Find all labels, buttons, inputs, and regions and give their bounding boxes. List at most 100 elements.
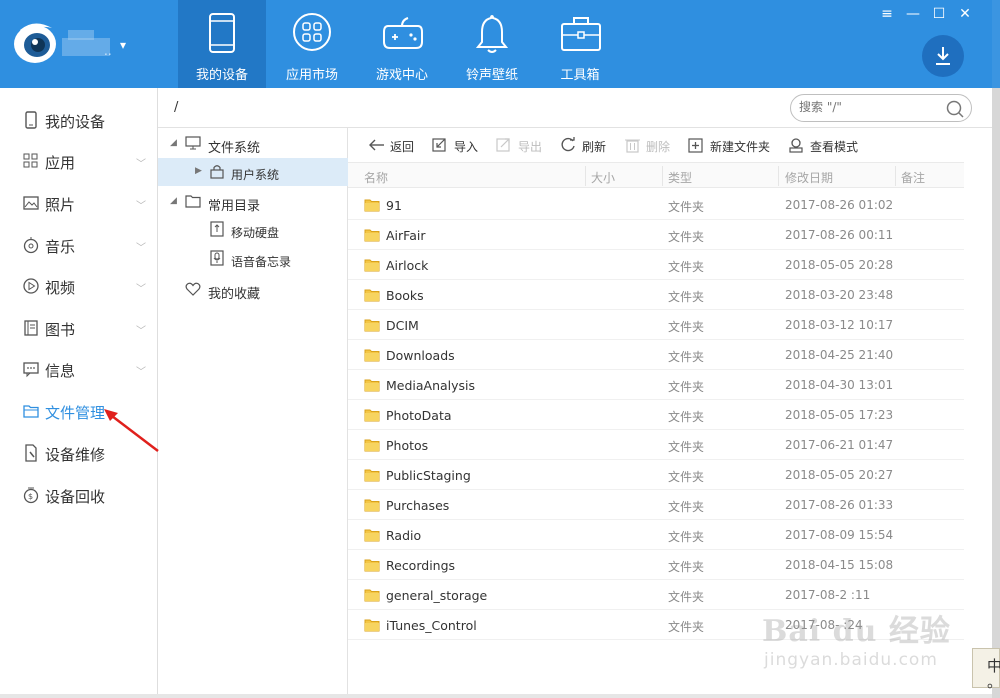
tree-item-label: 用户系统 <box>231 168 280 182</box>
annotation-arrow <box>104 409 159 452</box>
view-mode-label: 查看模式 <box>810 140 859 154</box>
column-header-type[interactable]: 类型 <box>668 169 692 186</box>
tree-item-user-system[interactable]: ▶ 用户系统 <box>158 158 348 186</box>
close-icon[interactable]: ✕ <box>952 6 978 22</box>
chevron-down-icon: ﹀ <box>136 201 146 212</box>
tab-game-center[interactable]: 游戏中心 <box>358 0 446 88</box>
sidebar-item-label: 我的设备 <box>45 113 106 131</box>
table-header: 名称 大小 类型 修改日期 备注 <box>348 162 964 188</box>
tree-item-favorites[interactable]: 我的收藏 <box>158 276 348 304</box>
watermark: Bai du 经验 jingyan.baidu.com <box>760 588 980 678</box>
column-header-modified[interactable]: 修改日期 <box>785 169 833 186</box>
sidebar-item-device-recycle[interactable]: $ 设备回收 <box>0 475 158 515</box>
column-divider[interactable] <box>662 166 663 186</box>
maximize-icon[interactable]: ☐ <box>926 6 952 22</box>
menu-icon[interactable]: ≡ <box>874 6 900 22</box>
message-icon <box>23 362 39 378</box>
sidebar-item-my-device[interactable]: 我的设备 <box>0 100 158 140</box>
search-box[interactable] <box>790 94 972 122</box>
trash-icon <box>625 139 640 153</box>
tab-toolbox[interactable]: 工具箱 <box>536 0 624 88</box>
expand-arrow-icon[interactable]: ◢ <box>170 138 177 148</box>
tree-item-label: 语音备忘录 <box>231 255 292 269</box>
sidebar-item-music[interactable]: 音乐 ﹀ <box>0 225 158 265</box>
import-button[interactable]: 导入 <box>432 136 492 156</box>
column-header-note[interactable]: 备注 <box>901 169 925 186</box>
tab-my-device[interactable]: 我的设备 <box>178 0 266 88</box>
table-row[interactable]: Radio 文件夹 2017-08-09 15:54 <box>348 520 964 550</box>
tab-ringtone-wallpaper[interactable]: 铃声壁纸 <box>448 0 536 88</box>
table-row[interactable]: DCIM 文件夹 2018-03-12 10:17 <box>348 310 964 340</box>
search-icon[interactable] <box>945 99 965 119</box>
new-folder-button[interactable]: 新建文件夹 <box>688 136 778 156</box>
column-divider[interactable] <box>778 166 779 186</box>
account-dropdown-icon[interactable]: ▾ <box>120 38 126 52</box>
file-name: Purchases <box>386 498 450 513</box>
tab-label: 工具箱 <box>560 68 600 83</box>
file-name: DCIM <box>386 318 419 333</box>
folder-icon <box>364 379 380 392</box>
minimize-icon[interactable]: — <box>900 6 926 22</box>
ime-indicator[interactable]: 中 。 <box>972 648 1000 691</box>
sidebar-item-books[interactable]: 图书 ﹀ <box>0 308 158 348</box>
folder-icon <box>364 199 380 212</box>
export-button[interactable]: 导出 <box>496 136 556 156</box>
table-row[interactable]: PublicStaging 文件夹 2018-05-05 20:27 <box>348 460 964 490</box>
download-button[interactable] <box>922 35 964 77</box>
delete-label: 删除 <box>646 140 671 154</box>
tree-item-file-system[interactable]: ◢ 文件系统 <box>158 130 348 158</box>
tree-item-voice-memo[interactable]: 语音备忘录 <box>158 245 348 273</box>
tree-item-common-dirs[interactable]: ◢ 常用目录 <box>158 188 348 216</box>
file-modified-date: 2018-04-25 21:40 <box>785 348 894 362</box>
window-controls: ≡ — ☐ ✕ <box>874 6 978 22</box>
search-input[interactable] <box>799 100 939 114</box>
table-row[interactable]: Recordings 文件夹 2018-04-15 15:08 <box>348 550 964 580</box>
ime-punct-label: 。 <box>987 671 1000 692</box>
expand-arrow-icon[interactable]: ◢ <box>170 196 177 206</box>
back-arrow-icon <box>369 139 384 151</box>
table-row[interactable]: Photos 文件夹 2017-06-21 01:47 <box>348 430 964 460</box>
table-row[interactable]: PhotoData 文件夹 2018-05-05 17:23 <box>348 400 964 430</box>
file-modified-date: 2017-06-21 01:47 <box>785 438 894 452</box>
account-name[interactable]: .. <box>104 44 112 58</box>
table-row[interactable]: Books 文件夹 2018-03-20 23:48 <box>348 280 964 310</box>
table-row[interactable]: Downloads 文件夹 2018-04-25 21:40 <box>348 340 964 370</box>
sidebar-item-apps[interactable]: 应用 ﹀ <box>0 141 158 181</box>
table-row[interactable]: Purchases 文件夹 2017-08-26 01:33 <box>348 490 964 520</box>
table-row[interactable]: AirFair 文件夹 2017-08-26 00:11 <box>348 220 964 250</box>
toolbox-icon <box>561 17 601 51</box>
column-divider[interactable] <box>585 166 586 186</box>
table-row[interactable]: 91 文件夹 2017-08-26 01:02 <box>348 190 964 220</box>
sidebar-item-messages[interactable]: 信息 ﹀ <box>0 349 158 389</box>
top-bar: .. ▾ 我的设备 应用市场 游戏中心 铃声壁纸 工具箱 ≡ — ☐ ✕ <box>0 0 992 88</box>
gamepad-icon <box>383 17 423 49</box>
column-header-name[interactable]: 名称 <box>364 169 388 186</box>
tree-item-mobile-disk[interactable]: 移动硬盘 <box>158 216 348 244</box>
sidebar-item-video[interactable]: 视频 ﹀ <box>0 266 158 306</box>
folder-icon <box>364 319 380 332</box>
column-divider[interactable] <box>895 166 896 186</box>
refresh-button[interactable]: 刷新 <box>560 136 620 156</box>
import-label: 导入 <box>454 140 479 154</box>
usb-drive-icon <box>210 221 224 237</box>
svg-text:$: $ <box>28 492 33 501</box>
back-button[interactable]: 返回 <box>368 136 428 156</box>
table-row[interactable]: MediaAnalysis 文件夹 2018-04-30 13:01 <box>348 370 964 400</box>
view-mode-button[interactable]: 查看模式 <box>788 136 868 156</box>
sidebar-item-photos[interactable]: 照片 ﹀ <box>0 183 158 223</box>
column-header-size[interactable]: 大小 <box>591 169 615 186</box>
file-type: 文件夹 <box>668 410 705 424</box>
file-type: 文件夹 <box>668 530 705 544</box>
tab-app-market[interactable]: 应用市场 <box>268 0 356 88</box>
import-icon <box>432 138 446 152</box>
expand-arrow-icon[interactable]: ▶ <box>195 166 202 176</box>
chevron-down-icon: ﹀ <box>136 326 146 337</box>
folder-icon <box>364 469 380 482</box>
file-type: 文件夹 <box>668 500 705 514</box>
table-row[interactable]: Airlock 文件夹 2018-05-05 20:28 <box>348 250 964 280</box>
file-type: 文件夹 <box>668 470 705 484</box>
view-mode-icon <box>789 138 803 153</box>
tab-label: 铃声壁纸 <box>465 68 518 83</box>
delete-button[interactable]: 删除 <box>624 136 684 156</box>
photo-icon <box>23 196 39 210</box>
